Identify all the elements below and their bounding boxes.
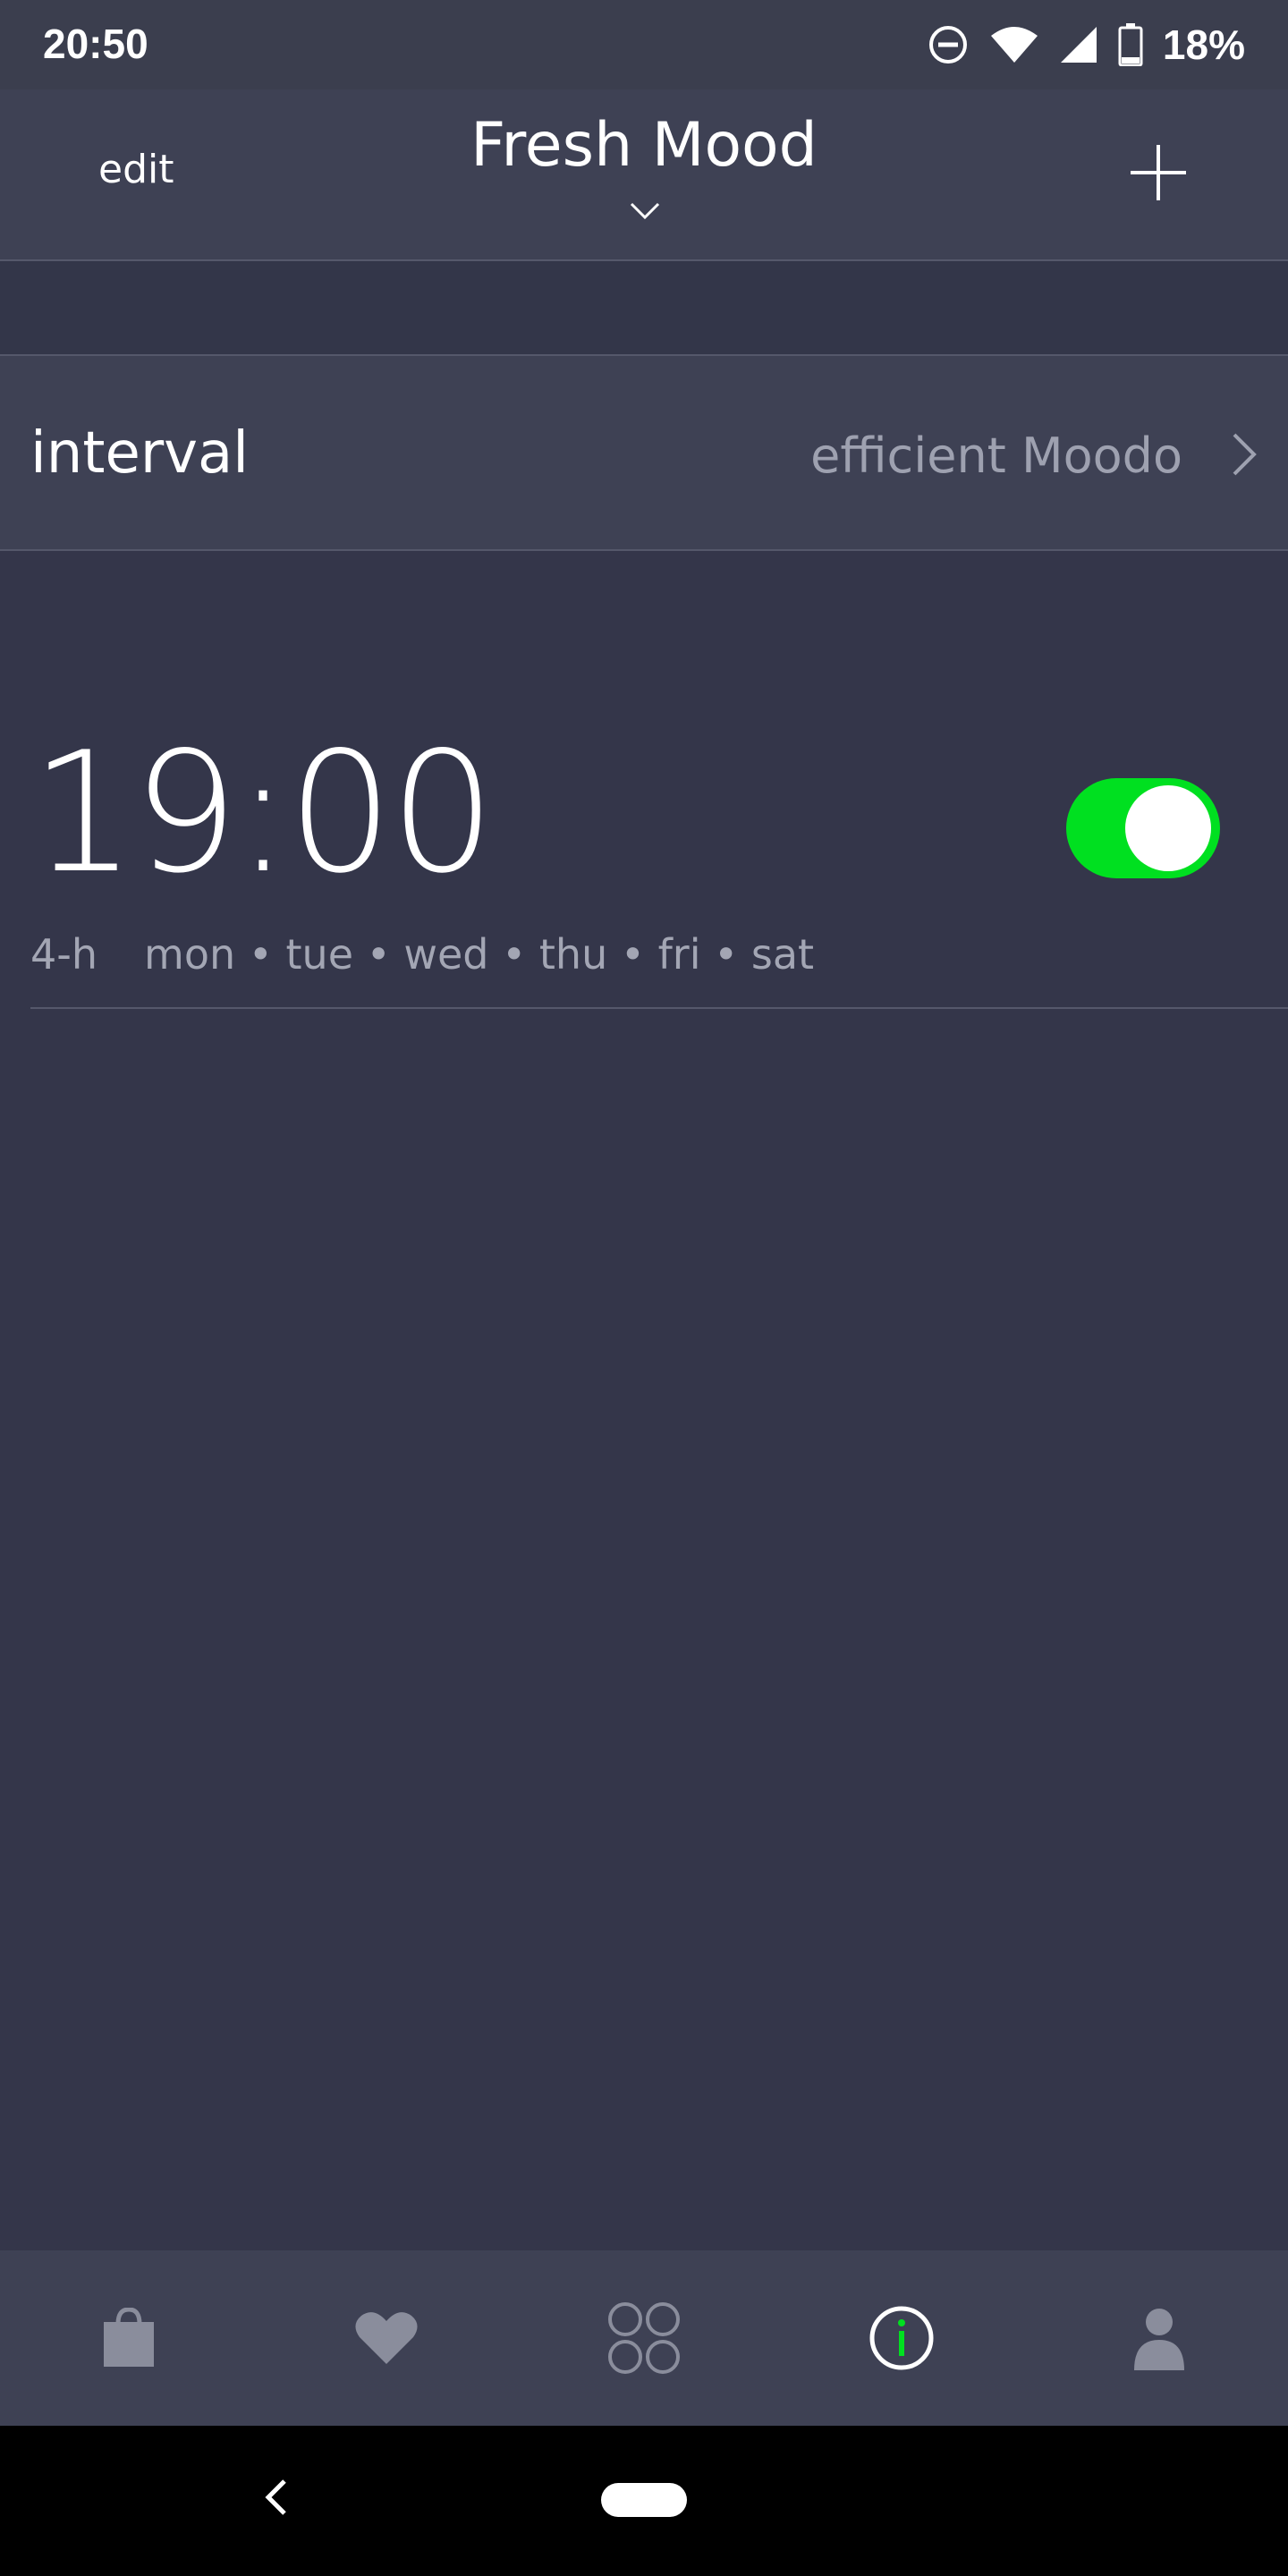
nav-shop[interactable] <box>0 2250 258 2426</box>
interval-value: efficient Moodo <box>810 428 1182 484</box>
title-selector[interactable]: Fresh Mood <box>376 109 912 220</box>
interval-label: interval <box>30 420 249 487</box>
alarm-details: 4-h mon • tue • wed • thu • fri • sat <box>30 930 814 979</box>
divider <box>30 1007 1288 1009</box>
toggle-knob <box>1125 785 1211 871</box>
profile-icon <box>1134 2309 1184 2370</box>
chevron-down-icon[interactable] <box>630 202 660 220</box>
nav-info[interactable] <box>773 2250 1030 2426</box>
battery-percent: 18% <box>1162 21 1245 68</box>
system-nav-bar <box>0 2426 1288 2576</box>
do-not-disturb-icon <box>928 26 967 64</box>
grid-circles-icon <box>608 2302 680 2374</box>
section-spacer <box>0 261 1288 356</box>
alarm-toggle[interactable] <box>1066 778 1220 878</box>
cell-signal-icon <box>1060 27 1097 63</box>
alarm-time[interactable]: 19:00 <box>30 730 496 896</box>
alarm-days: mon • tue • wed • thu • fri • sat <box>144 930 815 979</box>
alarm-duration: 4-h <box>30 930 98 979</box>
nav-profile[interactable] <box>1030 2250 1288 2426</box>
chevron-right-icon <box>1233 433 1257 476</box>
heart-icon <box>355 2312 418 2364</box>
status-bar: 20:50 18% <box>0 0 1288 89</box>
battery-icon <box>1118 23 1143 66</box>
shop-bag-icon <box>104 2308 154 2367</box>
bottom-nav <box>0 2250 1288 2426</box>
alarm-item[interactable]: 19:00 4-h mon • tue • wed • thu • fri • s… <box>0 551 1288 1011</box>
info-icon <box>869 2306 934 2370</box>
nav-favorites[interactable] <box>258 2250 515 2426</box>
plus-icon[interactable] <box>1129 143 1188 202</box>
status-icons: 18% <box>927 18 1245 72</box>
edit-button[interactable]: edit <box>98 147 174 192</box>
page-title[interactable]: Fresh Mood <box>376 109 912 182</box>
back-icon[interactable] <box>261 2476 290 2519</box>
top-bar: edit Fresh Mood <box>0 89 1288 261</box>
nav-devices[interactable] <box>515 2250 773 2426</box>
status-time: 20:50 <box>43 21 148 67</box>
wifi-icon <box>990 27 1038 63</box>
interval-row[interactable]: interval efficient Moodo <box>0 356 1288 551</box>
home-pill[interactable] <box>601 2483 687 2517</box>
